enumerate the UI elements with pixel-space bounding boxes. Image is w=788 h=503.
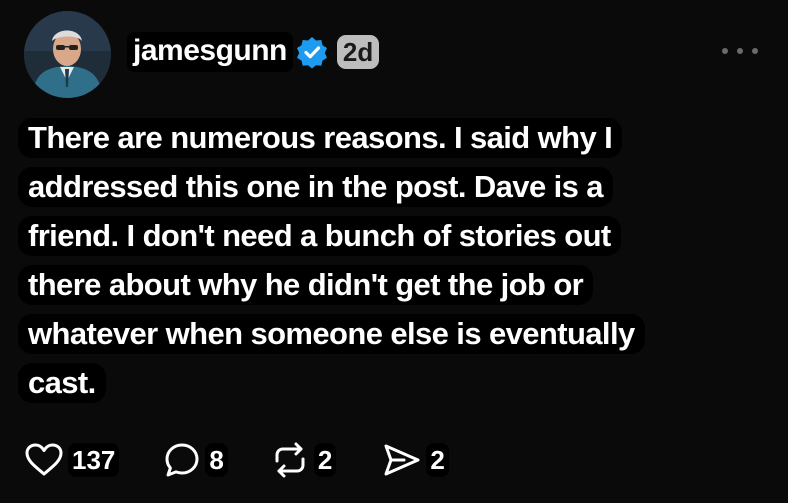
repost-count: 2 bbox=[313, 443, 337, 477]
post-actions: 137 8 2 2 bbox=[24, 440, 449, 480]
post-text-line: whatever when someone else is eventually bbox=[18, 314, 645, 354]
comment-icon bbox=[165, 443, 199, 477]
avatar-image bbox=[24, 11, 111, 98]
threads-post: jamesgunn 2d There are numerous reasons.… bbox=[0, 0, 788, 503]
avatar[interactable] bbox=[24, 11, 111, 98]
username[interactable]: jamesgunn bbox=[127, 32, 293, 72]
reply-count: 8 bbox=[205, 443, 228, 477]
post-text-line: cast. bbox=[18, 363, 106, 403]
reply-button[interactable]: 8 bbox=[163, 441, 228, 479]
share-count: 2 bbox=[426, 443, 449, 477]
heart-icon bbox=[25, 443, 63, 476]
post-header: jamesgunn 2d bbox=[127, 30, 380, 74]
like-button[interactable]: 137 bbox=[24, 442, 120, 478]
post-text-line: there about why he didn't get the job or bbox=[18, 265, 594, 305]
like-count: 137 bbox=[68, 443, 120, 477]
send-icon bbox=[384, 444, 420, 476]
more-dot bbox=[752, 48, 758, 54]
post-timestamp: 2d bbox=[336, 35, 380, 69]
post-text-line: friend. I don't need a bunch of stories … bbox=[18, 216, 621, 256]
post-text-line: There are numerous reasons. I said why I bbox=[18, 118, 623, 158]
post-text-line: addressed this one in the post. Dave is … bbox=[18, 167, 613, 207]
share-button[interactable]: 2 bbox=[382, 441, 449, 479]
more-options-icon[interactable] bbox=[722, 44, 758, 58]
more-dot bbox=[722, 48, 728, 54]
verified-badge-icon bbox=[296, 37, 327, 69]
repost-button[interactable]: 2 bbox=[270, 441, 337, 479]
post-body: There are numerous reasons. I said why I… bbox=[18, 118, 718, 412]
repost-icon bbox=[275, 442, 305, 478]
more-dot bbox=[737, 48, 743, 54]
